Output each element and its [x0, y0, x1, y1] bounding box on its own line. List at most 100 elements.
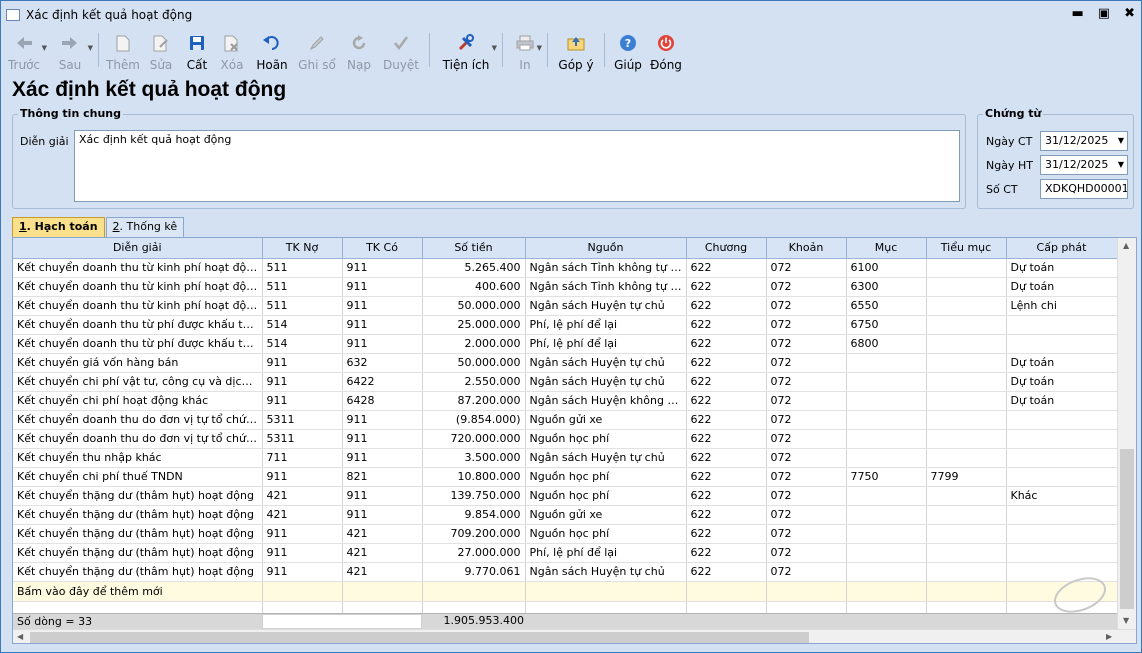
table-cell[interactable]: [1006, 334, 1118, 354]
table-cell[interactable]: 072: [766, 486, 847, 506]
table-cell[interactable]: [846, 353, 927, 373]
horizontal-scrollbar[interactable]: ◀ ▶: [13, 629, 1136, 643]
table-cell[interactable]: 25.000.000: [422, 315, 526, 335]
table-cell[interactable]: 622: [686, 315, 767, 335]
scroll-thumb[interactable]: [1120, 449, 1134, 609]
table-cell[interactable]: Kết chuyển thặng dư (thâm hụt) hoạt động: [13, 505, 263, 525]
table-row[interactable]: Kết chuyển thặng dư (thâm hụt) hoạt động…: [13, 524, 1118, 544]
table-row[interactable]: Kết chuyển doanh thu từ kinh phí hoạt độ…: [13, 258, 1118, 278]
table-cell[interactable]: Kết chuyển doanh thu từ kinh phí hoạt độ…: [13, 277, 263, 297]
col-header[interactable]: Chương: [686, 238, 767, 259]
table-cell[interactable]: Dự toán: [1006, 391, 1118, 411]
add-button[interactable]: Thêm: [104, 29, 142, 73]
save-button[interactable]: Cất: [180, 29, 214, 73]
table-cell[interactable]: 911: [342, 334, 423, 354]
table-cell[interactable]: 2.000.000: [422, 334, 526, 354]
add-new-row-label[interactable]: Bấm vào đây để thêm mới: [13, 581, 263, 602]
table-cell[interactable]: 911: [262, 391, 343, 411]
table-cell[interactable]: 622: [686, 467, 767, 487]
table-cell[interactable]: [926, 505, 1007, 525]
table-cell[interactable]: [926, 543, 1007, 563]
table-cell[interactable]: 622: [686, 524, 767, 544]
table-cell[interactable]: 622: [686, 334, 767, 354]
table-cell[interactable]: 072: [766, 429, 847, 449]
table-cell[interactable]: [926, 372, 1007, 392]
col-header[interactable]: Tiểu mục: [926, 238, 1007, 259]
table-cell[interactable]: 622: [686, 391, 767, 411]
col-header[interactable]: Diễn giải: [13, 238, 263, 259]
table-cell[interactable]: [1006, 410, 1118, 430]
approve-button[interactable]: Duyệt: [378, 29, 424, 73]
col-header[interactable]: TK Nợ: [262, 238, 343, 259]
table-cell[interactable]: 421: [342, 543, 423, 563]
table-cell[interactable]: Nguồn học phí: [525, 524, 687, 544]
table-cell[interactable]: Nguồn học phí: [525, 486, 687, 506]
table-cell[interactable]: [926, 391, 1007, 411]
table-cell[interactable]: Kết chuyển doanh thu do đơn vị tự tổ chứ…: [13, 410, 263, 430]
table-cell[interactable]: Kết chuyển doanh thu từ kinh phí hoạt độ…: [13, 296, 263, 316]
table-cell[interactable]: 7750: [846, 467, 927, 487]
close-button[interactable]: Đóng: [646, 29, 686, 73]
table-cell[interactable]: 622: [686, 277, 767, 297]
table-cell[interactable]: 5311: [262, 410, 343, 430]
tab-statistics[interactable]: 2. Thống kê: [105, 217, 185, 237]
table-cell[interactable]: 821: [342, 467, 423, 487]
table-cell[interactable]: [846, 391, 927, 411]
col-header[interactable]: Mục: [846, 238, 927, 259]
table-cell[interactable]: Phí, lệ phí để lại: [525, 543, 687, 563]
table-cell[interactable]: 709.200.000: [422, 524, 526, 544]
table-cell[interactable]: 911: [342, 410, 423, 430]
table-cell[interactable]: Dự toán: [1006, 353, 1118, 373]
table-cell[interactable]: Kết chuyển doanh thu từ kinh phí hoạt độ…: [13, 258, 263, 278]
table-cell[interactable]: Kết chuyển chi phí hoạt động khác: [13, 391, 263, 411]
print-button[interactable]: In ▼: [508, 29, 542, 73]
table-cell[interactable]: [846, 410, 927, 430]
load-button[interactable]: Nạp: [340, 29, 378, 73]
table-cell[interactable]: 911: [342, 448, 423, 468]
table-cell[interactable]: 072: [766, 315, 847, 335]
feedback-button[interactable]: Góp ý: [553, 29, 599, 73]
chevron-down-icon[interactable]: ▼: [1118, 136, 1124, 145]
table-cell[interactable]: 622: [686, 258, 767, 278]
edit-button[interactable]: Sửa: [142, 29, 180, 73]
table-cell[interactable]: Ngân sách Huyện tự chủ: [525, 372, 687, 392]
table-cell[interactable]: [1006, 467, 1118, 487]
table-cell[interactable]: [926, 562, 1007, 582]
table-row[interactable]: Kết chuyển chi phí vật tư, công cụ và dị…: [13, 372, 1118, 392]
table-cell[interactable]: 87.200.000: [422, 391, 526, 411]
table-cell[interactable]: Dự toán: [1006, 277, 1118, 297]
table-cell[interactable]: 911: [342, 296, 423, 316]
table-cell[interactable]: 072: [766, 353, 847, 373]
table-cell[interactable]: Ngân sách Huyện tự chủ: [525, 353, 687, 373]
tab-accounting[interactable]: 1. Hạch toán: [12, 217, 105, 237]
table-cell[interactable]: 6422: [342, 372, 423, 392]
table-cell[interactable]: Kết chuyển thặng dư (thâm hụt) hoạt động: [13, 543, 263, 563]
scroll-thumb[interactable]: [30, 632, 809, 643]
table-cell[interactable]: 6100: [846, 258, 927, 278]
table-cell[interactable]: [846, 429, 927, 449]
minimize-button[interactable]: ▬: [1072, 6, 1084, 21]
table-cell[interactable]: Kết chuyển thặng dư (thâm hụt) hoạt động: [13, 524, 263, 544]
table-cell[interactable]: 5.265.400: [422, 258, 526, 278]
table-cell[interactable]: 9.854.000: [422, 505, 526, 525]
add-new-row[interactable]: Bấm vào đây để thêm mới: [13, 581, 1118, 602]
table-cell[interactable]: 5311: [262, 429, 343, 449]
table-cell[interactable]: 072: [766, 391, 847, 411]
table-cell[interactable]: 072: [766, 543, 847, 563]
table-cell[interactable]: [926, 486, 1007, 506]
table-cell[interactable]: Kết chuyển thặng dư (thâm hụt) hoạt động: [13, 562, 263, 582]
col-header[interactable]: Khoản: [766, 238, 847, 259]
table-cell[interactable]: Ngân sách Huyện tự chủ: [525, 296, 687, 316]
table-cell[interactable]: 10.800.000: [422, 467, 526, 487]
back-button[interactable]: Trước ▼: [1, 29, 47, 73]
table-cell[interactable]: 072: [766, 334, 847, 354]
table-cell[interactable]: 720.000.000: [422, 429, 526, 449]
table-row[interactable]: Kết chuyển doanh thu từ kinh phí hoạt độ…: [13, 296, 1118, 316]
table-cell[interactable]: 622: [686, 543, 767, 563]
table-cell[interactable]: 9.770.061: [422, 562, 526, 582]
table-cell[interactable]: 622: [686, 410, 767, 430]
table-cell[interactable]: 50.000.000: [422, 353, 526, 373]
table-cell[interactable]: 514: [262, 334, 343, 354]
table-cell[interactable]: 27.000.000: [422, 543, 526, 563]
table-cell[interactable]: [926, 296, 1007, 316]
